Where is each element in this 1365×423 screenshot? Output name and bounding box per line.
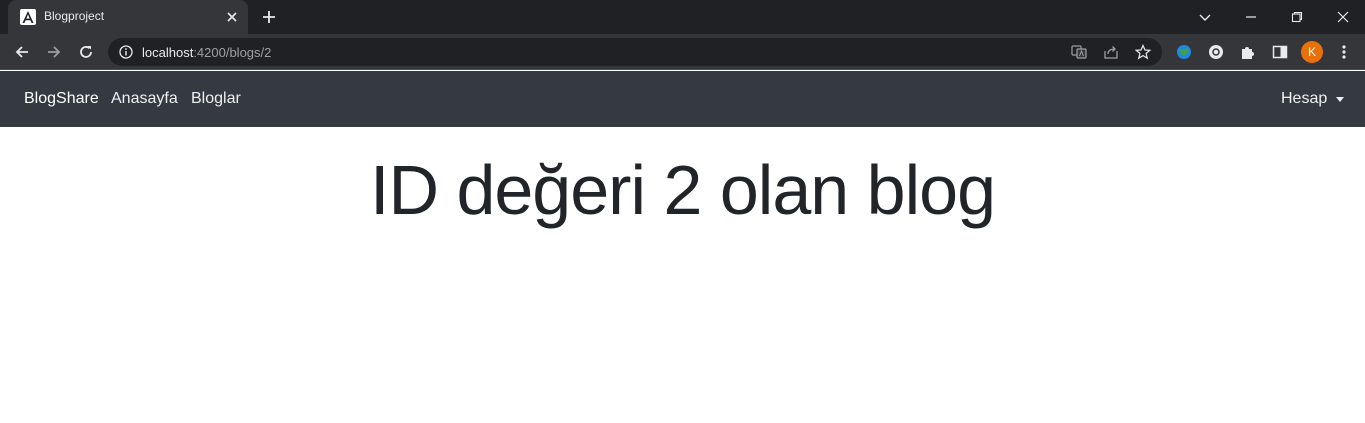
account-dropdown-label: Hesap	[1281, 90, 1328, 107]
side-panel-icon[interactable]	[1270, 42, 1290, 62]
browser-tab-strip: Blogproject	[0, 0, 1365, 34]
kebab-menu-icon[interactable]	[1334, 42, 1354, 62]
restore-icon[interactable]	[1274, 0, 1320, 34]
tab-search-chevron-icon[interactable]	[1182, 0, 1228, 34]
site-info-icon[interactable]	[118, 44, 134, 60]
url-path: :4200/blogs/2	[193, 45, 272, 60]
url-text: localhost:4200/blogs/2	[142, 45, 271, 60]
profile-avatar[interactable]: K	[1301, 41, 1323, 63]
nav-link-anasayfa[interactable]: Anasayfa	[111, 90, 178, 108]
browser-tab[interactable]: Blogproject	[8, 0, 248, 34]
nav-link-bloglar[interactable]: Bloglar	[191, 90, 241, 108]
address-bar[interactable]: localhost:4200/blogs/2	[108, 38, 1162, 66]
bookmark-star-icon[interactable]	[1134, 44, 1152, 60]
reload-icon[interactable]	[74, 40, 98, 64]
browser-toolbar: localhost:4200/blogs/2	[0, 34, 1365, 70]
navbar-brand[interactable]: BlogShare	[24, 90, 99, 108]
tab-title: Blogproject	[44, 9, 105, 23]
forward-arrow-icon[interactable]	[42, 40, 66, 64]
angular-icon	[20, 9, 36, 25]
site-navbar: BlogShare Anasayfa Bloglar Hesap	[0, 71, 1365, 127]
minimize-icon[interactable]	[1228, 0, 1274, 34]
back-arrow-icon[interactable]	[10, 40, 34, 64]
account-dropdown[interactable]: Hesap	[1281, 90, 1345, 108]
caret-down-icon	[1336, 96, 1345, 102]
extension-globe-icon[interactable]	[1174, 42, 1194, 62]
translate-icon[interactable]	[1071, 44, 1087, 60]
extension-circle-icon[interactable]	[1206, 42, 1226, 62]
close-window-icon[interactable]	[1320, 0, 1365, 34]
url-host: localhost	[142, 45, 194, 60]
page-title: ID değeri 2 olan blog	[370, 151, 996, 229]
extensions-puzzle-icon[interactable]	[1238, 42, 1258, 62]
share-icon[interactable]	[1103, 44, 1119, 60]
new-tab-icon[interactable]	[260, 8, 278, 26]
close-tab-icon[interactable]	[224, 9, 240, 25]
